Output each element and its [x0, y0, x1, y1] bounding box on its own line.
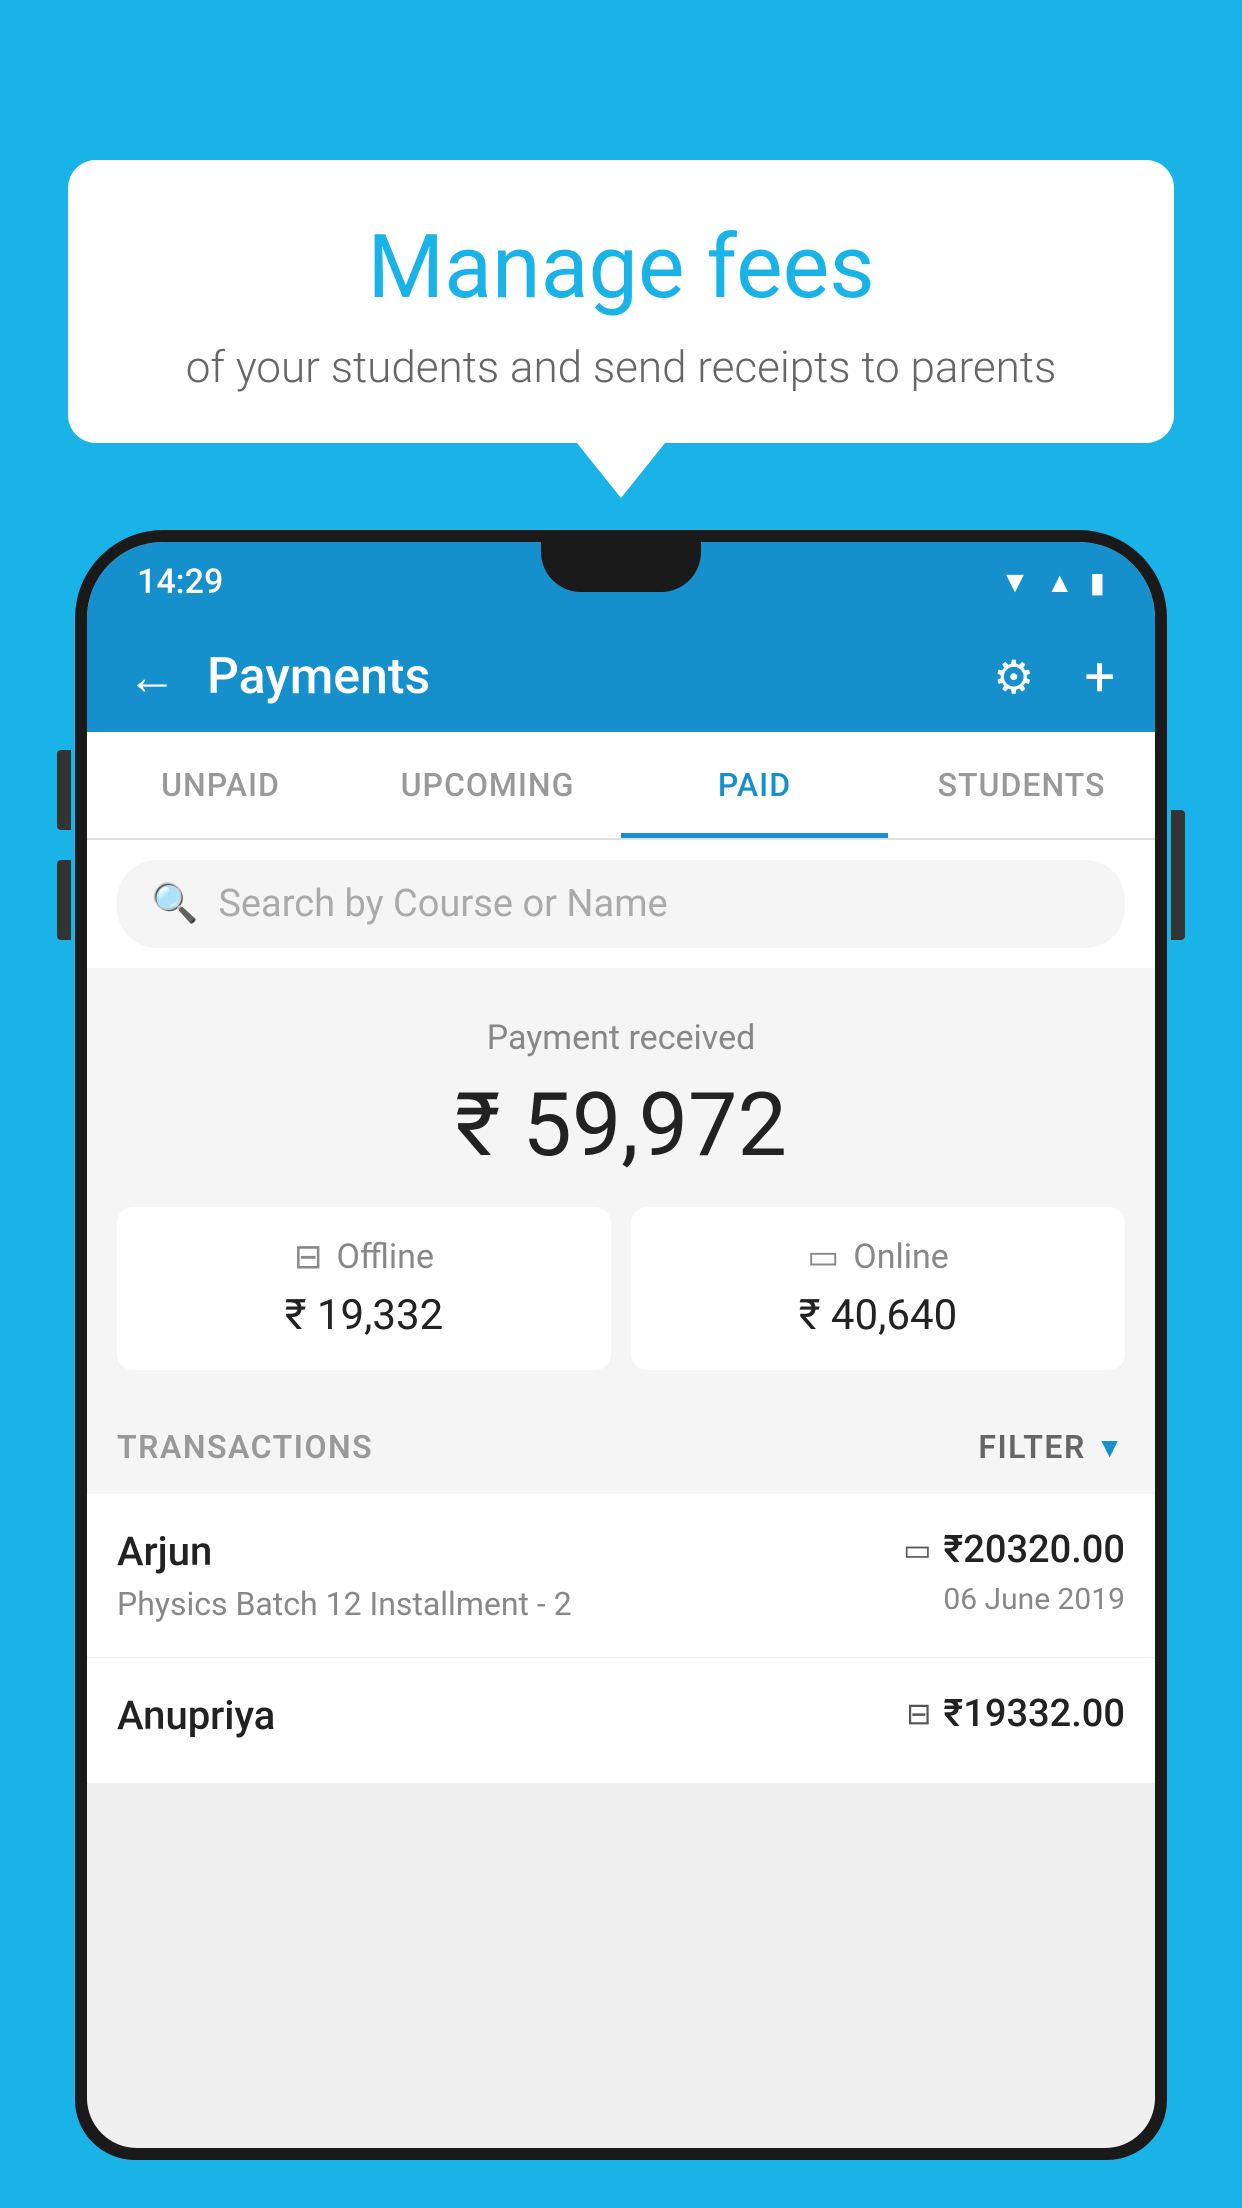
table-row[interactable]: Arjun Physics Batch 12 Installment - 2 ▭… — [87, 1494, 1155, 1658]
phone-wrapper: 14:29 ▼ ▲ ▮ ← Payments ⚙ + UNPAID — [75, 530, 1167, 2208]
transaction-amount-row: ▭ ₹20320.00 — [903, 1528, 1125, 1572]
signal-icon: ▲ — [1046, 566, 1074, 599]
tab-unpaid[interactable]: UNPAID — [87, 732, 354, 838]
tabs-bar: UNPAID UPCOMING PAID STUDENTS — [87, 732, 1155, 840]
status-icons: ▼ ▲ ▮ — [1000, 565, 1105, 600]
tab-paid[interactable]: PAID — [621, 732, 888, 838]
search-bar-wrapper: 🔍 Search by Course or Name — [87, 840, 1155, 968]
transaction-right: ⊟ ₹19332.00 — [906, 1692, 1125, 1746]
card-icon: ▭ — [903, 1533, 931, 1568]
transaction-name: Anupriya — [117, 1692, 906, 1739]
payment-total-amount: ₹ 59,972 — [117, 1074, 1125, 1177]
filter-label: FILTER — [978, 1428, 1085, 1466]
transaction-left: Anupriya — [117, 1692, 906, 1749]
tab-students[interactable]: STUDENTS — [888, 732, 1155, 838]
table-row[interactable]: Anupriya ⊟ ₹19332.00 — [87, 1658, 1155, 1784]
transaction-name: Arjun — [117, 1528, 903, 1575]
transaction-date: 06 June 2019 — [903, 1582, 1125, 1617]
transaction-left: Arjun Physics Batch 12 Installment - 2 — [117, 1528, 903, 1623]
search-icon: 🔍 — [151, 882, 198, 926]
phone-screen: 14:29 ▼ ▲ ▮ ← Payments ⚙ + UNPAID — [87, 542, 1155, 2148]
volume-up-button — [57, 750, 71, 830]
speech-bubble-arrow — [577, 443, 665, 498]
speech-bubble: Manage fees of your students and send re… — [68, 160, 1174, 443]
phone-outer: 14:29 ▼ ▲ ▮ ← Payments ⚙ + UNPAID — [75, 530, 1167, 2160]
transaction-amount: ₹19332.00 — [943, 1692, 1125, 1736]
phone-notch — [541, 542, 701, 592]
payment-section: Payment received ₹ 59,972 ⊟ Offline ₹ 19… — [87, 968, 1155, 1400]
add-button[interactable]: + — [1084, 646, 1115, 709]
transaction-right: ▭ ₹20320.00 06 June 2019 — [903, 1528, 1125, 1617]
status-time: 14:29 — [137, 562, 223, 602]
volume-down-button — [57, 860, 71, 940]
filter-button[interactable]: FILTER ▼ — [978, 1428, 1125, 1466]
filter-icon: ▼ — [1096, 1431, 1125, 1464]
online-label: Online — [853, 1237, 949, 1277]
search-input[interactable]: Search by Course or Name — [218, 882, 667, 926]
search-bar[interactable]: 🔍 Search by Course or Name — [117, 860, 1125, 948]
online-amount: ₹ 40,640 — [655, 1291, 1101, 1340]
payment-received-label: Payment received — [117, 1018, 1125, 1058]
wifi-icon: ▼ — [1000, 565, 1030, 600]
online-card-header: ▭ Online — [655, 1237, 1101, 1277]
offline-icon: ⊟ — [294, 1237, 323, 1277]
transaction-detail: Physics Batch 12 Installment - 2 — [117, 1585, 903, 1623]
tab-upcoming[interactable]: UPCOMING — [354, 732, 621, 838]
offline-amount: ₹ 19,332 — [141, 1291, 587, 1340]
speech-bubble-container: Manage fees of your students and send re… — [68, 160, 1174, 498]
app-bar: ← Payments ⚙ + — [87, 622, 1155, 732]
battery-icon: ▮ — [1090, 566, 1105, 599]
offline-label: Offline — [337, 1237, 434, 1277]
transaction-amount: ₹20320.00 — [943, 1528, 1125, 1572]
offline-payment-card: ⊟ Offline ₹ 19,332 — [117, 1207, 611, 1370]
offline-card-icon: ⊟ — [906, 1697, 931, 1732]
online-payment-card: ▭ Online ₹ 40,640 — [631, 1207, 1125, 1370]
back-button[interactable]: ← — [127, 648, 177, 707]
transactions-header: TRANSACTIONS FILTER ▼ — [87, 1400, 1155, 1494]
page-title: Payments — [207, 648, 963, 706]
settings-icon[interactable]: ⚙ — [993, 650, 1034, 705]
online-icon: ▭ — [807, 1237, 839, 1277]
transaction-amount-row: ⊟ ₹19332.00 — [906, 1692, 1125, 1736]
manage-fees-subtitle: of your students and send receipts to pa… — [148, 341, 1094, 393]
transactions-label: TRANSACTIONS — [117, 1428, 373, 1466]
offline-card-header: ⊟ Offline — [141, 1237, 587, 1277]
payment-cards: ⊟ Offline ₹ 19,332 ▭ Online ₹ 40,640 — [117, 1207, 1125, 1370]
power-button — [1171, 810, 1185, 940]
manage-fees-title: Manage fees — [148, 220, 1094, 317]
